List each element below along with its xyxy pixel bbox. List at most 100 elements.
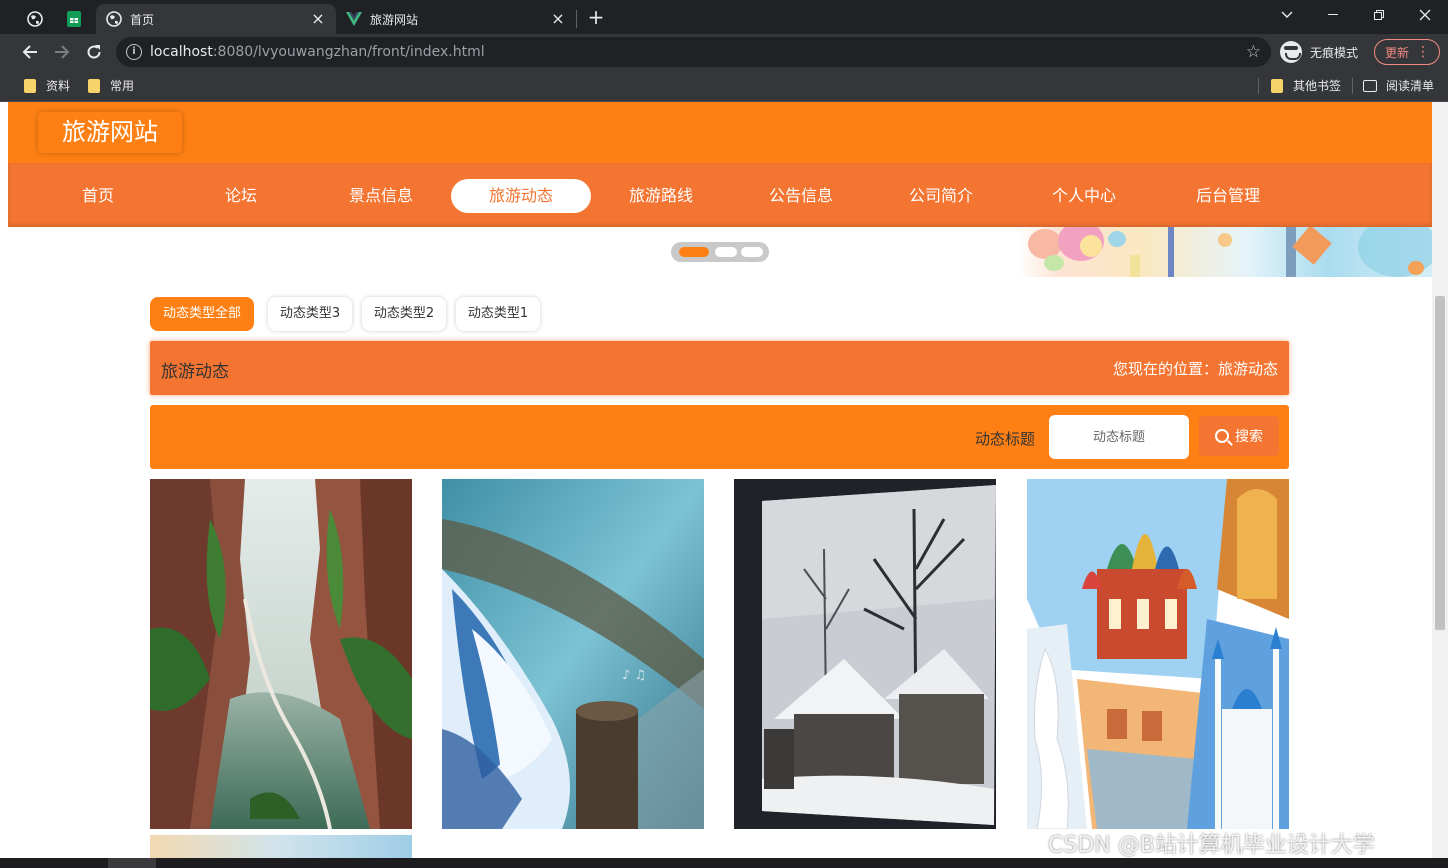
tab-separator	[576, 10, 577, 28]
arrow-right-icon	[55, 45, 70, 59]
banner-image	[1018, 227, 1432, 277]
bookmark-label: 资料	[46, 79, 71, 93]
close-window-button[interactable]	[1402, 0, 1448, 30]
folder-icon	[24, 78, 36, 93]
russia-collage-photo	[1027, 479, 1289, 829]
filter-all[interactable]: 动态类型全部	[150, 297, 254, 331]
close-icon[interactable]: ×	[310, 11, 326, 27]
search-input[interactable]	[1049, 415, 1189, 459]
search-button-label: 搜索	[1235, 429, 1263, 445]
address-bar[interactable]: i localhost:8080/lvyouwangzhan/front/ind…	[116, 37, 1271, 67]
more-vert-icon[interactable]: ⋮	[1416, 43, 1430, 61]
reading-list-icon	[1363, 79, 1377, 92]
bookmark-separator	[1258, 78, 1259, 94]
section-title-bar: 旅游动态 您现在的位置：旅游动态	[150, 341, 1289, 395]
search-icon	[1215, 429, 1229, 443]
tab-travel-site[interactable]: 旅游网站 ×	[336, 4, 576, 34]
pinned-tab-sheets[interactable]	[55, 4, 93, 34]
page-viewport: 旅游网站 首页 论坛 景点信息 旅游动态 旅游路线 公告信息 公司简介 个人中心…	[8, 102, 1432, 858]
os-taskbar	[0, 858, 1448, 868]
restore-icon	[1374, 10, 1384, 20]
nav-travel-news[interactable]: 旅游动态	[451, 179, 591, 213]
breadcrumb: 您现在的位置：旅游动态	[1112, 360, 1278, 378]
star-icon[interactable]: ☆	[1246, 42, 1261, 62]
svg-text:♪ ♫: ♪ ♫	[622, 668, 646, 683]
search-label: 动态标题	[975, 430, 1036, 448]
beach-photo	[150, 835, 412, 858]
url-text[interactable]: localhost:8080/lvyouwangzhan/front/index…	[150, 44, 485, 60]
carousel-indicators	[671, 242, 769, 262]
carousel-dot[interactable]	[741, 247, 763, 257]
globe-icon	[106, 11, 122, 27]
tab-home[interactable]: 首页 ×	[96, 4, 336, 34]
nav-personal-center[interactable]: 个人中心	[1014, 179, 1154, 213]
waterfall-photo: ♪ ♫	[442, 479, 704, 829]
filter-type-3[interactable]: 动态类型3	[268, 297, 352, 331]
scrollbar-thumb[interactable]	[1435, 296, 1445, 630]
vue-logo-icon	[346, 12, 362, 26]
incognito-icon	[1280, 41, 1302, 63]
sheets-icon	[67, 11, 81, 27]
section-title: 旅游动态	[161, 362, 229, 382]
url-path: :8080/lvyouwangzhan/front/index.html	[212, 44, 485, 60]
news-card-waterfall[interactable]: ♪ ♫	[442, 479, 704, 829]
tab-title: 首页	[130, 12, 155, 27]
chevron-down-icon	[1281, 11, 1293, 18]
tab-search-button[interactable]	[1264, 0, 1310, 30]
news-card-russia[interactable]	[1027, 479, 1289, 829]
search-bar: 动态标题 搜索	[150, 405, 1289, 469]
news-card-row2[interactable]	[150, 835, 412, 858]
info-icon[interactable]: i	[126, 44, 142, 60]
reload-button[interactable]	[80, 38, 108, 66]
nav-attractions[interactable]: 景点信息	[311, 179, 451, 213]
bookmark-label: 常用	[110, 79, 135, 93]
minimize-icon	[1328, 14, 1338, 15]
url-host: localhost	[150, 44, 213, 60]
new-tab-button[interactable]: +	[584, 6, 608, 30]
nav-routes[interactable]: 旅游路线	[591, 179, 731, 213]
carousel-dot[interactable]	[715, 247, 737, 257]
news-card-canyon[interactable]	[150, 479, 412, 829]
nav-home[interactable]: 首页	[28, 179, 168, 213]
bookmark-folder-ziliao[interactable]: 资料	[24, 77, 70, 94]
snowy-village-photo	[734, 479, 996, 829]
bookmarks-bar: 资料 常用 其他书签 阅读清单	[0, 70, 1448, 102]
filter-type-1[interactable]: 动态类型1	[456, 297, 540, 331]
bookmark-label: 其他书签	[1293, 79, 1342, 93]
pinned-tab-globe[interactable]	[16, 4, 54, 34]
bookmark-separator	[1352, 78, 1353, 94]
forward-button[interactable]	[48, 38, 76, 66]
close-icon	[1419, 9, 1431, 21]
browser-tabstrip: 首页 × 旅游网站 × +	[0, 0, 1448, 34]
news-card-snow-village[interactable]	[734, 479, 996, 829]
update-button[interactable]: 更新 ⋮	[1374, 39, 1440, 65]
restore-button[interactable]	[1356, 0, 1402, 30]
main-nav: 首页 论坛 景点信息 旅游动态 旅游路线 公告信息 公司简介 个人中心 后台管理	[8, 163, 1432, 227]
search-button[interactable]: 搜索	[1199, 416, 1279, 456]
bookmark-other[interactable]: 其他书签	[1271, 77, 1341, 94]
reading-list[interactable]: 阅读清单	[1363, 77, 1434, 94]
taskbar-item[interactable]	[108, 858, 156, 868]
incognito-indicator[interactable]: 无痕模式	[1280, 38, 1358, 66]
incognito-label: 无痕模式	[1310, 45, 1359, 60]
nav-forum[interactable]: 论坛	[171, 179, 311, 213]
page-scrollbar[interactable]	[1432, 102, 1448, 858]
back-button[interactable]	[16, 38, 44, 66]
filter-type-2[interactable]: 动态类型2	[362, 297, 446, 331]
nav-admin[interactable]: 后台管理	[1158, 179, 1298, 213]
arrow-left-icon	[22, 45, 37, 59]
nav-company[interactable]: 公司简介	[871, 179, 1011, 213]
tab-title: 旅游网站	[370, 12, 419, 27]
folder-icon	[1271, 78, 1283, 93]
site-logo[interactable]: 旅游网站	[38, 112, 182, 153]
minimize-button[interactable]	[1310, 0, 1356, 30]
bookmark-folder-changyong[interactable]: 常用	[88, 77, 134, 94]
csdn-watermark: CSDN @B站计算机毕业设计大学	[1048, 833, 1375, 858]
close-icon[interactable]: ×	[550, 11, 566, 27]
globe-icon	[27, 11, 43, 27]
reading-list-label: 阅读清单	[1386, 79, 1435, 93]
update-label: 更新	[1385, 45, 1410, 60]
browser-toolbar: i localhost:8080/lvyouwangzhan/front/ind…	[0, 34, 1448, 70]
carousel-dot[interactable]	[679, 247, 709, 257]
nav-announcements[interactable]: 公告信息	[731, 179, 871, 213]
